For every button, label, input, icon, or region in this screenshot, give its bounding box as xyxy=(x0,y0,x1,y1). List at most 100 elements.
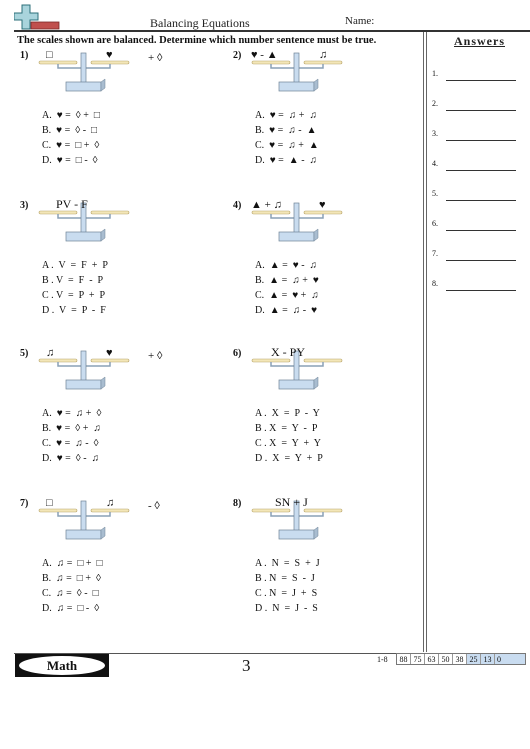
answer-choice[interactable]: C. ♥ = ♫ - ◊ xyxy=(42,436,101,451)
answer-choice[interactable]: A . X = P - Y xyxy=(255,406,323,421)
name-field-label: Name: xyxy=(345,15,375,27)
choice-list: A. ♥ = ◊ + □ B. ♥ = ◊ - □ C. ♥ = □ + ◊ D. ♥… xyxy=(42,108,100,168)
answer-choice[interactable]: C. ♥ = ♫ + ▲ xyxy=(255,138,319,153)
left-pan-label: □ xyxy=(46,497,53,509)
answer-choice[interactable]: D. ♥ = □ - ◊ xyxy=(42,153,100,168)
answer-choice[interactable]: C. ♫ = ◊ - □ xyxy=(42,586,103,601)
answer-choice[interactable]: D . V = P - F xyxy=(42,303,108,318)
choice-list: A. ♥ = ♫ + ♫ B. ♥ = ♫ - ▲ C. ♥ = ♫ + ▲ D. ♥… xyxy=(255,108,319,168)
answer-choice[interactable]: A. ♥ = ◊ + □ xyxy=(42,108,100,123)
balance-scale-icon xyxy=(38,350,130,390)
answer-choice[interactable]: A. ▲ = ♥ - ♫ xyxy=(255,258,319,273)
answer-blank-4[interactable]: 4. xyxy=(432,157,516,171)
instructions: The scales shown are balanced. Determine… xyxy=(17,35,377,46)
answer-choice[interactable]: B. ♥ = ◊ + ♫ xyxy=(42,421,101,436)
answer-choice[interactable]: D. ♥ = ◊ - ♫ xyxy=(42,451,101,466)
math-logo-icon xyxy=(14,4,60,30)
header-divider xyxy=(14,30,530,32)
answer-choice[interactable]: B. ♥ = ♫ - ▲ xyxy=(255,123,319,138)
answer-blank-2[interactable]: 2. xyxy=(432,97,516,111)
balance-scale-icon xyxy=(38,202,130,242)
answer-choice[interactable]: D. ▲ = ♫ - ♥ xyxy=(255,303,319,318)
answer-blank-7[interactable]: 7. xyxy=(432,247,516,261)
choice-list: A. ♫ = □ + □ B. ♫ = □ + ◊ C. ♫ = ◊ - □ D. ♫… xyxy=(42,556,103,616)
score-table: 88 75 63 50 38 25 13 0 xyxy=(396,653,526,665)
problem-number: 2) xyxy=(233,50,242,61)
answer-choice[interactable]: A. ♥ = ♫ + ◊ xyxy=(42,406,101,421)
problem-6: 6) X - PY A . X = P - YB . X = Y - PC . X … xyxy=(233,345,433,478)
left-pan-label: ♥ - ▲ xyxy=(251,49,278,61)
answer-blank-1[interactable]: 1. xyxy=(432,67,516,81)
problem-number: 4) xyxy=(233,200,242,211)
answer-choice[interactable]: C . X = Y + Y xyxy=(255,436,323,451)
score-cell: 13 xyxy=(481,654,495,664)
answer-choice[interactable]: C. ▲ = ♥ + ♫ xyxy=(255,288,319,303)
answer-choice[interactable]: B. ▲ = ♫ + ♥ xyxy=(255,273,319,288)
extra-term: - ◊ xyxy=(148,500,160,512)
answer-choice[interactable]: B . N = S - J xyxy=(255,571,320,586)
answer-number: 5. xyxy=(432,189,438,198)
extra-term: + ◊ xyxy=(148,350,163,362)
page-number: 3 xyxy=(242,656,251,675)
left-pan-label: SN + J xyxy=(275,495,308,509)
balance-scale-icon xyxy=(251,350,343,390)
answer-choice[interactable]: C. ♥ = □ + ◊ xyxy=(42,138,100,153)
problem-3: 3) PV - F A . V = F + PB . V = F - PC . V … xyxy=(20,197,220,330)
answer-choice[interactable]: B. ♫ = □ + ◊ xyxy=(42,571,103,586)
problem-1: 1) □ ♥ + ◊ A. ♥ = ◊ + □ B. ♥ = ◊ - □ C. ♥ = □ … xyxy=(20,50,220,180)
choice-list: A . V = F + PB . V = F - PC . V = P + PD… xyxy=(42,258,108,318)
answer-choice[interactable]: D . N = J - S xyxy=(255,601,320,616)
problem-5: 5) ♫ ♥ + ◊ A. ♥ = ♫ + ◊ B. ♥ = ◊ + ♫ C. ♥ = ♫ … xyxy=(20,348,220,478)
answer-choice[interactable]: B . X = Y - P xyxy=(255,421,323,436)
problem-2: 2) ♥ - ▲ ♫ A. ♥ = ♫ + ♫ B. ♥ = ♫ - ▲ C. ♥ = ♫… xyxy=(233,50,433,180)
answer-choice[interactable]: A. ♥ = ♫ + ♫ xyxy=(255,108,319,123)
left-pan-label: ♫ xyxy=(46,347,55,359)
answer-choice[interactable]: A. ♫ = □ + □ xyxy=(42,556,103,571)
subject-label: Math xyxy=(19,656,105,675)
left-pan-label: □ xyxy=(46,49,53,61)
answer-blank-6[interactable]: 6. xyxy=(432,217,516,231)
right-pan-label: ♫ xyxy=(106,497,115,509)
problem-number: 7) xyxy=(20,498,29,509)
balance-scale-icon xyxy=(38,500,130,540)
answers-heading: Answers xyxy=(454,34,505,48)
answer-choice[interactable]: A . V = F + P xyxy=(42,258,108,273)
score-cell: 63 xyxy=(425,654,439,664)
right-pan-label: ♫ xyxy=(319,49,328,61)
score-cell: 38 xyxy=(453,654,467,664)
answer-choice[interactable]: D. ♫ = □ - ◊ xyxy=(42,601,103,616)
score-cell: 25 xyxy=(467,654,481,664)
right-pan-label: ♥ xyxy=(319,199,326,211)
right-pan-label: ♥ xyxy=(106,347,113,359)
problem-number: 6) xyxy=(233,348,242,359)
problem-number: 3) xyxy=(20,200,29,211)
problem-8: 8) SN + J A . N = S + JB . N = S - JC . N … xyxy=(233,495,433,628)
problem-number: 8) xyxy=(233,498,242,509)
answer-choice[interactable]: D. ♥ = ▲ - ♫ xyxy=(255,153,319,168)
answer-choice[interactable]: C . N = J + S xyxy=(255,586,320,601)
left-pan-label: X - PY xyxy=(271,345,306,359)
choice-list: A. ▲ = ♥ - ♫ B. ▲ = ♫ + ♥ C. ▲ = ♥ + ♫ D. ▲… xyxy=(255,258,319,318)
subject-badge: Math xyxy=(15,654,109,677)
worksheet-title: Balancing Equations xyxy=(150,16,250,30)
answer-blank-3[interactable]: 3. xyxy=(432,127,516,141)
left-pan-label: ▲ + ♫ xyxy=(251,199,282,211)
choice-list: A . N = S + JB . N = S - JC . N = J + SD… xyxy=(255,556,320,616)
score-cell: 88 xyxy=(397,654,411,664)
answer-blank-5[interactable]: 5. xyxy=(432,187,516,201)
answer-choice[interactable]: A . N = S + J xyxy=(255,556,320,571)
score-cell: 75 xyxy=(411,654,425,664)
score-cell: 0 xyxy=(495,654,525,664)
answer-choice[interactable]: C . V = P + P xyxy=(42,288,108,303)
score-range-label: 1-8 xyxy=(377,655,388,664)
answer-choice[interactable]: B . V = F - P xyxy=(42,273,108,288)
balance-scale-icon xyxy=(38,52,130,92)
problem-4: 4) ▲ + ♫ ♥ A. ▲ = ♥ - ♫ B. ▲ = ♫ + ♥ C. ▲ = ♥… xyxy=(233,200,433,330)
answer-blank-8[interactable]: 8. xyxy=(432,277,516,291)
problem-7: 7) □ ♫ - ◊ A. ♫ = □ + □ B. ♫ = □ + ◊ C. ♫ = ◊ … xyxy=(20,498,220,628)
problem-number: 1) xyxy=(20,50,29,61)
answer-choice[interactable]: D . X = Y + P xyxy=(255,451,323,466)
answer-choice[interactable]: B. ♥ = ◊ - □ xyxy=(42,123,100,138)
left-pan-label: PV - F xyxy=(56,197,88,211)
right-pan-label: ♥ xyxy=(106,49,113,61)
